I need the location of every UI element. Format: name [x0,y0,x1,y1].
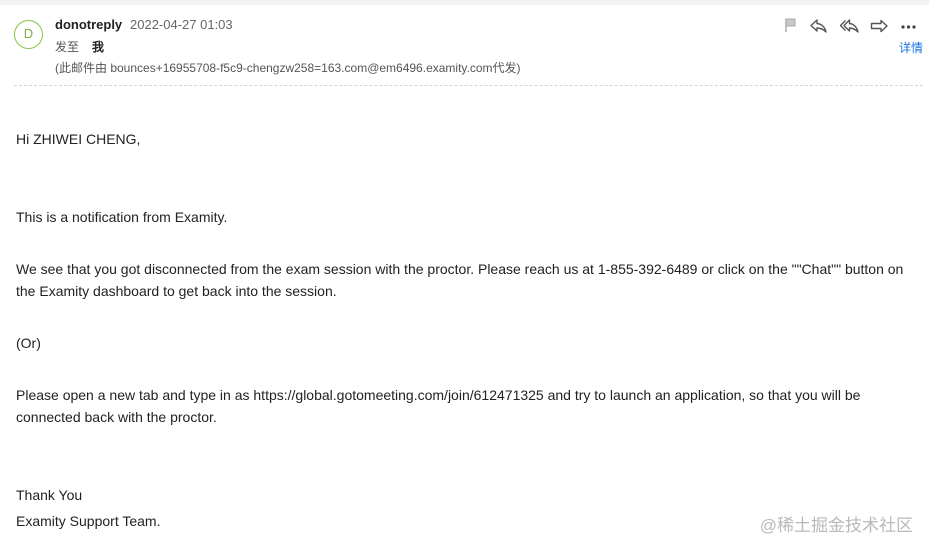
body-paragraph-3: (Or) [16,335,41,351]
reply-all-icon[interactable] [839,16,859,36]
recipient-label: 发至 [55,40,80,54]
sender-name[interactable]: donotreply [55,17,122,32]
details-link[interactable]: 详情 [899,39,923,56]
forward-icon[interactable] [869,16,889,36]
recipient-value[interactable]: 我 [92,38,104,55]
body-paragraph-4: Please open a new tab and type in as htt… [16,387,861,425]
watermark-text: @稀土掘金技术社区 [759,516,913,535]
closing-line-1: Thank You [16,487,83,503]
body-paragraph-2: We see that you got disconnected from th… [16,261,904,299]
greeting-text: Hi ZHIWEI CHENG, [16,131,141,147]
email-toolbar [779,16,929,36]
sent-on-behalf-note: (此邮件由 bounces+16955708-f5c9-chengzw258=1… [55,61,521,75]
flag-icon[interactable] [782,16,802,36]
reply-icon[interactable] [809,16,829,36]
sender-avatar[interactable]: D [14,20,43,49]
body-paragraph-1: This is a notification from Examity. [16,209,228,225]
more-icon[interactable] [899,16,919,36]
header-divider [14,85,923,86]
email-header: D donotreply 2022-04-27 01:03 发至 我 (此邮件由… [0,0,929,86]
sent-date: 2022-04-27 01:03 [130,17,233,32]
